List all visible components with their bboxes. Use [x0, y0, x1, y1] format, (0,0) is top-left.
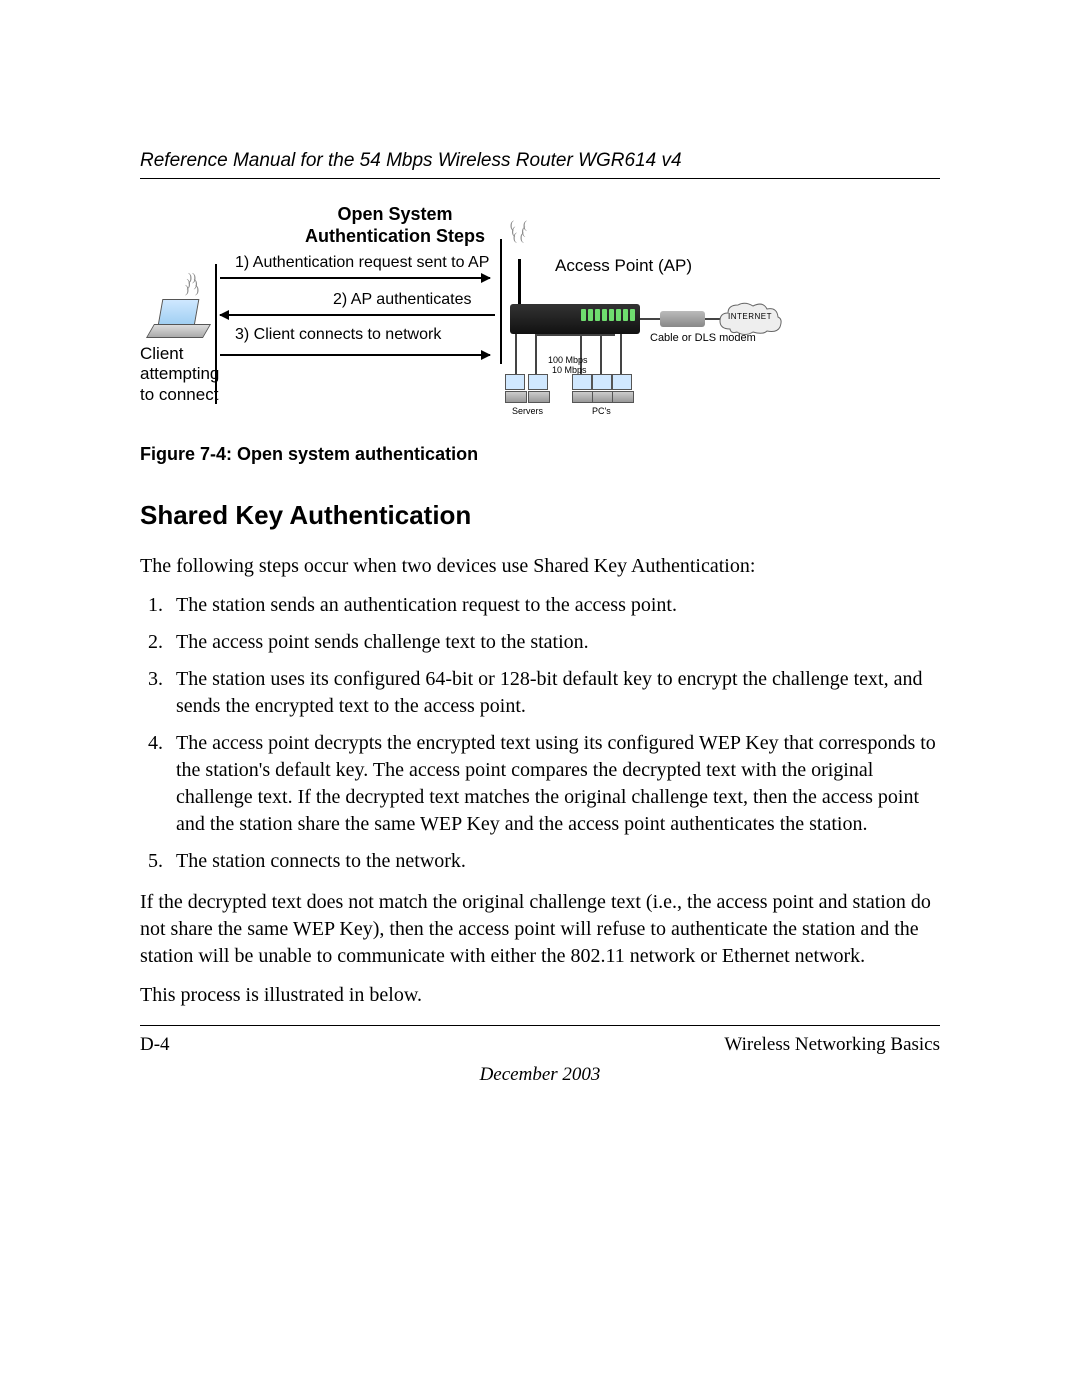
body-paragraph-1: If the decrypted text does not match the… — [140, 889, 940, 970]
footer-section-name: Wireless Networking Basics — [724, 1034, 940, 1056]
list-item: The access point decrypts the encrypted … — [168, 730, 940, 838]
servers-label: Servers — [512, 406, 543, 416]
list-item: The access point sends challenge text to… — [168, 629, 940, 656]
lan-drop-5 — [620, 334, 622, 374]
ap-timeline — [500, 239, 502, 364]
speed-100: 100 Mbps — [548, 356, 588, 365]
arrow-step1 — [220, 277, 490, 279]
figure-caption: Figure 7-4: Open system authentication — [140, 444, 940, 465]
list-item: The station uses its configured 64-bit o… — [168, 666, 940, 720]
footer-rule — [140, 1025, 940, 1026]
pc-icon-2 — [592, 374, 612, 402]
lan-drop-2 — [535, 334, 537, 374]
lan-trunk — [535, 334, 615, 336]
figure-step-3: 3) Client connects to network — [235, 326, 441, 344]
modem-icon — [660, 311, 705, 327]
wifi-icon: ))) )) ) — [185, 274, 199, 292]
lan-drop-4 — [600, 334, 602, 374]
arrow-step2 — [220, 314, 495, 316]
figure-open-system-auth: Open System Authentication Steps 1) Auth… — [140, 204, 940, 424]
router-icon — [510, 304, 640, 334]
figure-title-line1: Open System — [337, 204, 452, 224]
footer-date: December 2003 — [140, 1064, 940, 1086]
page-number: D-4 — [140, 1034, 170, 1056]
internet-cloud-icon: INTERNET — [715, 299, 785, 339]
auth-steps-list: The station sends an authentication requ… — [140, 592, 940, 875]
header-rule — [140, 178, 940, 179]
client-label: Client attempting to connect — [140, 344, 230, 405]
pc-icon-3 — [612, 374, 632, 402]
list-item: The station sends an authentication requ… — [168, 592, 940, 619]
section-heading: Shared Key Authentication — [140, 500, 940, 531]
ap-label: Access Point (AP) — [555, 256, 692, 276]
laptop-icon — [150, 299, 205, 339]
list-item: The station connects to the network. — [168, 848, 940, 875]
arrow-step3 — [220, 354, 490, 356]
page-footer: D-4 Wireless Networking Basics December … — [140, 1025, 940, 1086]
pcs-label: PC's — [592, 406, 611, 416]
server-icon-2 — [528, 374, 548, 402]
intro-paragraph: The following steps occur when two devic… — [140, 553, 940, 580]
running-header: Reference Manual for the 54 Mbps Wireles… — [140, 150, 940, 172]
figure-title: Open System Authentication Steps — [255, 204, 535, 247]
pc-icon-1 — [572, 374, 592, 402]
server-icon-1 — [505, 374, 525, 402]
figure-title-line2: Authentication Steps — [305, 226, 485, 246]
cable-router-modem — [640, 318, 660, 320]
ap-wifi-icon: ) )) )) ) — [510, 224, 527, 242]
body-paragraph-2: This process is illustrated in below. — [140, 982, 940, 1009]
figure-step-2: 2) AP authenticates — [333, 291, 471, 309]
lan-drop-1 — [515, 334, 517, 374]
figure-step-1: 1) Authentication request sent to AP — [235, 254, 489, 272]
cloud-label: INTERNET — [715, 312, 785, 321]
